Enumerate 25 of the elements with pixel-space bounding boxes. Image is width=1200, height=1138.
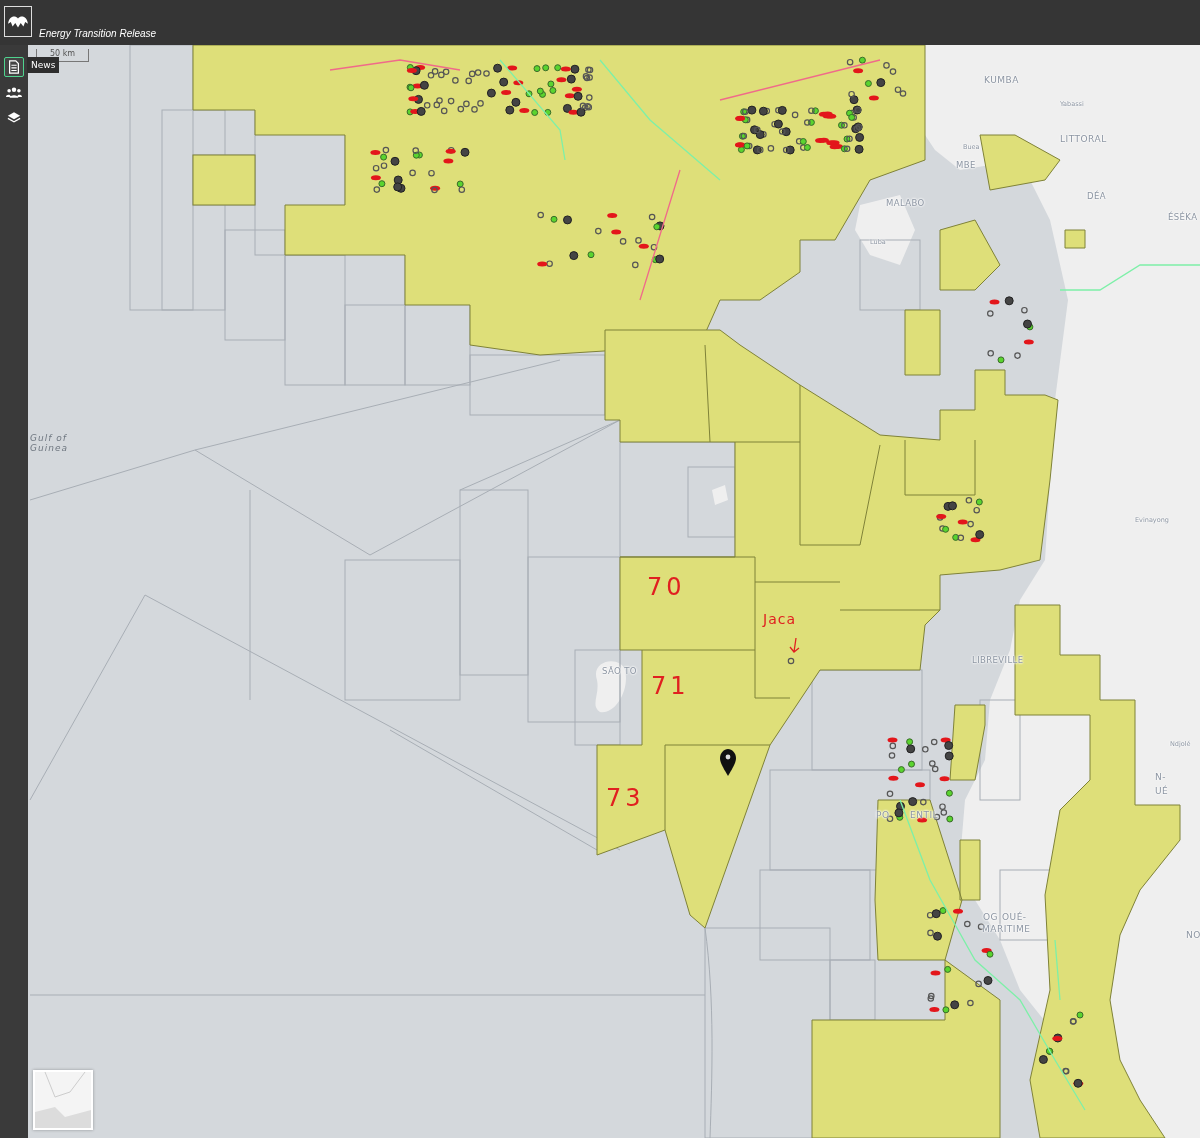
logo-icon[interactable]: [4, 6, 32, 37]
region-label: UÉ: [1155, 786, 1169, 796]
region-label: OUÉ-: [1002, 912, 1027, 922]
region-label: NO: [1186, 930, 1200, 940]
handwritten-note: 70: [647, 573, 686, 601]
tooltip: News: [27, 57, 60, 73]
city-label: SÃO TO: [602, 666, 637, 676]
city-label: MBE: [956, 160, 976, 170]
region-label: KUMBA: [984, 75, 1019, 85]
document-icon[interactable]: [4, 57, 24, 77]
city-label: MALABO: [886, 198, 925, 208]
minimap-thumbnail[interactable]: [33, 1070, 93, 1130]
handwritten-note: Jaca: [763, 611, 796, 627]
city-label: DÉA: [1087, 191, 1106, 201]
app-title: Energy Transition Release: [39, 28, 157, 39]
arrow-icon: [789, 637, 800, 653]
region-label: MARITIME: [982, 924, 1031, 934]
sea-label: Gulf of Guinea: [30, 433, 69, 453]
city-label: ÉSÉKA: [1168, 212, 1198, 222]
handwritten-note: 71: [651, 672, 690, 700]
map-pin-icon[interactable]: [720, 749, 736, 776]
region-label: N-: [1155, 772, 1166, 782]
handwritten-note: 73: [606, 784, 645, 812]
region-label: LITTORAL: [1060, 134, 1107, 144]
region-label: OG: [983, 912, 999, 922]
